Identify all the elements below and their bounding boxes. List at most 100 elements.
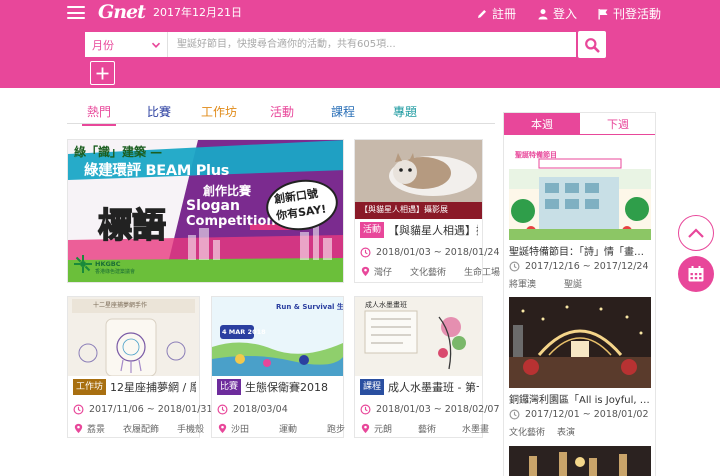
site-logo[interactable]: Gnet bbox=[98, 1, 146, 23]
post-event-link[interactable]: 刊登活動 bbox=[597, 5, 661, 22]
event-thumbnail: 成人水墨畫班 bbox=[355, 297, 482, 376]
hamburger-menu-icon[interactable] bbox=[67, 6, 85, 19]
sidebar-event-title: 銅鑼灣利園區「All is Joyful, All... bbox=[509, 395, 651, 406]
tag-category[interactable]: 衣履配飾 bbox=[123, 422, 159, 435]
sidebar-tabs: 本週 下週 bbox=[504, 113, 655, 135]
event-card[interactable]: 十二星座捕夢網手作 工作坊 12星座捕夢網 / 摩天... 2017/11/06… bbox=[67, 296, 213, 438]
month-dropdown[interactable]: 月份 bbox=[85, 32, 168, 57]
card-title: 工作坊 12星座捕夢網 / 摩天... bbox=[73, 379, 196, 395]
tab-workshop[interactable]: 工作坊 bbox=[201, 103, 237, 120]
sidebar-thumbnail bbox=[509, 446, 651, 476]
sidebar-event-title: 聖誕特備節目：「詩」情「畫」意... bbox=[509, 247, 651, 258]
tab-course[interactable]: 課程 bbox=[331, 103, 355, 120]
tab-hot[interactable]: 熱門 bbox=[81, 103, 117, 126]
header-bar: Gnet 2017年12月21日 註冊 登入 刊登活動 月份 bbox=[0, 0, 720, 88]
card-tags: 荔景 衣履配飾 手機殼 bbox=[73, 422, 204, 435]
tag-keyword[interactable]: 生命工場 bbox=[464, 265, 500, 278]
event-thumbnail: 【與貓星人相遇】攝影展 bbox=[355, 140, 482, 219]
sidebar-event-date-text: 2017/12/01 ~ 2018/01/02 bbox=[525, 409, 649, 420]
card-date: 2018/01/03 ~ 2018/01/24 bbox=[360, 247, 500, 258]
scroll-top-button[interactable] bbox=[678, 215, 714, 251]
tag-category[interactable]: 聖誕 bbox=[564, 277, 582, 290]
category-badge: 課程 bbox=[360, 379, 385, 395]
clock-icon bbox=[509, 261, 520, 272]
banner-line5: Competition bbox=[186, 214, 276, 229]
register-label: 註冊 bbox=[492, 7, 517, 21]
tag-keyword[interactable]: 水墨畫 bbox=[462, 422, 489, 435]
card-title: 課程 成人水墨畫班 - 第十期 bbox=[360, 379, 479, 395]
month-dropdown-label: 月份 bbox=[92, 38, 114, 52]
banner-line1: 綠「識」建築 — bbox=[74, 145, 163, 159]
card-title: 活動 【與貓星人相遇】攝... bbox=[360, 222, 478, 238]
card-date-text: 2017/11/06 ~ 2018/01/31 bbox=[89, 404, 213, 415]
tag-location[interactable]: 將軍澳 bbox=[509, 277, 536, 290]
sidebar-event-date: 2017/12/16 ~ 2017/12/24 bbox=[509, 261, 649, 272]
tab-topic[interactable]: 專題 bbox=[393, 103, 417, 120]
tag-keyword[interactable]: 跑步 bbox=[327, 422, 345, 435]
search-input[interactable] bbox=[168, 32, 576, 57]
location-pin-icon bbox=[361, 423, 370, 434]
chevron-down-icon bbox=[151, 42, 161, 48]
banner-line4: Slogan bbox=[186, 198, 240, 214]
tag-location[interactable]: 荔景 bbox=[87, 422, 105, 435]
tag-location[interactable]: 沙田 bbox=[231, 422, 249, 435]
register-link[interactable]: 註冊 bbox=[476, 5, 516, 22]
tag-location[interactable]: 灣仔 bbox=[374, 265, 392, 278]
weekly-sidebar: 本週 下週 聖誕特備節目 聖誕特備節目：「詩」情「畫」意... 2017/12/… bbox=[503, 112, 656, 476]
plus-icon bbox=[96, 67, 109, 79]
card-date-text: 2018/01/03 ~ 2018/02/07 bbox=[376, 404, 500, 415]
post-event-label: 刊登活動 bbox=[613, 7, 662, 21]
event-thumbnail: Run & Survival 生態保衛賽 4 MAR 2018 bbox=[212, 297, 343, 376]
category-badge: 比賽 bbox=[217, 379, 242, 395]
card-tags: 元朗 藝術 水墨畫 bbox=[360, 422, 489, 435]
tag-category[interactable]: 文化藝術 bbox=[410, 265, 446, 278]
flag-icon bbox=[598, 8, 608, 19]
card-tags: 灣仔 文化藝術 生命工場 bbox=[360, 265, 500, 278]
calendar-button[interactable] bbox=[678, 256, 714, 292]
tab-this-week[interactable]: 本週 bbox=[504, 113, 580, 135]
event-card[interactable]: 【與貓星人相遇】攝影展 活動 【與貓星人相遇】攝... 2018/01/03 ~… bbox=[354, 139, 500, 283]
event-card[interactable]: Run & Survival 生態保衛賽 4 MAR 2018 比賽 生態保衛賽… bbox=[211, 296, 345, 438]
tag-keyword[interactable]: 表演 bbox=[557, 425, 575, 438]
banner-slogan-big: 標語 bbox=[97, 205, 167, 247]
card-title-text: 12星座捕夢網 / 摩天... bbox=[110, 381, 196, 394]
tag-location[interactable]: 元朗 bbox=[374, 422, 392, 435]
header-date: 2017年12月21日 bbox=[153, 6, 242, 19]
tab-competition[interactable]: 比賽 bbox=[147, 103, 171, 120]
sidebar-event-date-text: 2017/12/16 ~ 2017/12/24 bbox=[525, 261, 649, 272]
sidebar-event[interactable]: 銅鑼灣利園區「All is Joyful, All... 2017/12/01 … bbox=[509, 297, 651, 438]
tag-category[interactable]: 文化藝術 bbox=[509, 425, 545, 438]
featured-banner[interactable]: 綠「識」建築 — 綠建環評 BEAM Plus 創作比賽 Slogan Comp… bbox=[67, 139, 344, 283]
category-badge: 工作坊 bbox=[73, 379, 107, 395]
location-pin-icon bbox=[218, 423, 227, 434]
tag-keyword[interactable]: 手機殼 bbox=[177, 422, 204, 435]
sidebar-event-date: 2017/12/01 ~ 2018/01/02 bbox=[509, 409, 649, 420]
card-title-text: 【與貓星人相遇】攝... bbox=[388, 224, 478, 237]
card-tags: 沙田 運動 跑步 bbox=[217, 422, 345, 435]
hkgbc-logo-icon bbox=[73, 254, 93, 274]
tag-category[interactable]: 藝術 bbox=[418, 422, 436, 435]
login-label: 登入 bbox=[553, 7, 578, 21]
search-button[interactable] bbox=[578, 31, 606, 58]
event-card[interactable]: 成人水墨畫班 課程 成人水墨畫班 - 第十期 2018/01/03 ~ 2018… bbox=[354, 296, 500, 438]
card-date: 2018/01/03 ~ 2018/02/07 bbox=[360, 404, 500, 415]
sidebar-thumbnail-caption: 聖誕特備節目 bbox=[515, 151, 557, 159]
clock-icon bbox=[509, 409, 520, 420]
thumbnail-caption: 【與貓星人相遇】攝影展 bbox=[360, 205, 448, 214]
login-link[interactable]: 登入 bbox=[537, 5, 577, 22]
sidebar-event[interactable] bbox=[509, 446, 651, 476]
sidebar-thumbnail bbox=[509, 297, 651, 388]
card-title-text: 成人水墨畫班 - 第十期 bbox=[388, 381, 479, 394]
location-pin-icon bbox=[74, 423, 83, 434]
sidebar-event-tags: 將軍澳 聖誕 bbox=[509, 277, 582, 290]
banner-org-sub: 香港綠色建築議會 bbox=[95, 269, 136, 275]
tag-category[interactable]: 運動 bbox=[279, 422, 297, 435]
sidebar-event[interactable]: 聖誕特備節目 聖誕特備節目：「詩」情「畫」意... 2017/12/16 ~ 2… bbox=[509, 147, 651, 290]
card-date-text: 2018/01/03 ~ 2018/01/24 bbox=[376, 247, 500, 258]
thumbnail-caption: 十二星座捕夢網手作 bbox=[93, 302, 148, 309]
tab-next-week[interactable]: 下週 bbox=[580, 113, 656, 135]
clock-icon bbox=[73, 404, 84, 415]
event-thumbnail: 十二星座捕夢網手作 bbox=[68, 297, 199, 376]
tab-activity[interactable]: 活動 bbox=[270, 103, 294, 120]
add-button[interactable] bbox=[90, 61, 115, 85]
